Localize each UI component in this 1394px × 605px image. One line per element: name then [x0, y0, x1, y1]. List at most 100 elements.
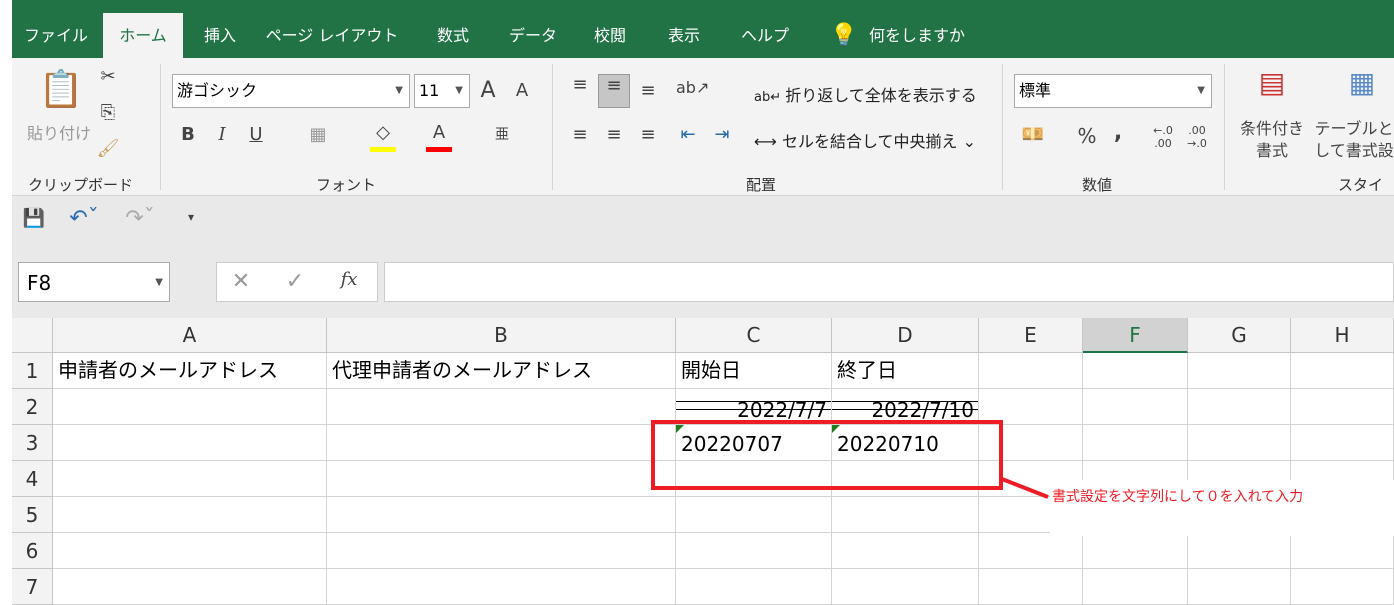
format-as-table-button[interactable]: テーブルとして書式設定: [1314, 118, 1394, 162]
cell-h7[interactable]: [1291, 569, 1394, 605]
phonetic-icon[interactable]: 亜: [490, 124, 514, 144]
cell-d5[interactable]: [832, 497, 979, 533]
cancel-icon[interactable]: ✕: [229, 269, 253, 294]
cell-f7[interactable]: [1083, 569, 1188, 605]
select-all-button[interactable]: [12, 318, 53, 353]
cell-d6[interactable]: [832, 533, 979, 569]
cell-d7[interactable]: [832, 569, 979, 605]
font-color-icon[interactable]: A: [426, 122, 452, 152]
orientation-icon[interactable]: ab↗: [676, 78, 709, 97]
insert-function-icon[interactable]: fx: [337, 269, 361, 290]
conditional-format-icon[interactable]: ▤: [1252, 66, 1292, 99]
tab-view[interactable]: 表示: [654, 13, 714, 58]
tab-review[interactable]: 校閲: [580, 13, 640, 58]
cell-g6[interactable]: [1188, 533, 1291, 569]
cell-h1[interactable]: [1291, 353, 1394, 389]
row-header-3[interactable]: 3: [12, 425, 53, 461]
cell-f3[interactable]: [1083, 425, 1188, 461]
align-right-icon[interactable]: ≡: [636, 124, 660, 145]
row-header-6[interactable]: 6: [12, 533, 53, 569]
column-header-c[interactable]: C: [676, 318, 832, 353]
cell-c7[interactable]: [676, 569, 832, 605]
column-header-f[interactable]: F: [1083, 318, 1188, 353]
cell-g2[interactable]: [1188, 389, 1291, 425]
tab-home[interactable]: ホーム: [103, 13, 183, 58]
cell-d1[interactable]: 終了日: [832, 353, 979, 389]
align-center-icon[interactable]: ≡: [602, 124, 626, 145]
cell-b4[interactable]: [327, 461, 676, 497]
wrap-text-button[interactable]: ab↵ 折り返して全体を表示する: [754, 82, 977, 106]
tab-file[interactable]: ファイル: [16, 13, 96, 58]
cell-b7[interactable]: [327, 569, 676, 605]
cut-icon[interactable]: ✂: [96, 66, 120, 87]
decrease-indent-icon[interactable]: ⇤: [676, 124, 700, 145]
font-size-select[interactable]: 11 ▼: [414, 74, 470, 108]
formula-input[interactable]: [384, 262, 1394, 302]
column-header-d[interactable]: D: [832, 318, 979, 353]
decrease-decimal-icon[interactable]: .00 →.0: [1182, 124, 1212, 150]
cell-a3[interactable]: [53, 425, 327, 461]
cell-g7[interactable]: [1188, 569, 1291, 605]
conditional-format-button[interactable]: 条件付き書式: [1234, 118, 1310, 162]
cell-b6[interactable]: [327, 533, 676, 569]
tab-page-layout[interactable]: ページ レイアウト: [252, 13, 412, 58]
cell-b5[interactable]: [327, 497, 676, 533]
cell-g3[interactable]: [1188, 425, 1291, 461]
cell-a5[interactable]: [53, 497, 327, 533]
tell-me-search[interactable]: 何をしますか: [862, 13, 972, 58]
cell-b2[interactable]: [327, 389, 676, 425]
paste-button[interactable]: 貼り付け: [24, 120, 94, 144]
redo-icon[interactable]: ↷ˇ: [120, 206, 160, 231]
cell-e7[interactable]: [979, 569, 1083, 605]
cell-f1[interactable]: [1083, 353, 1188, 389]
format-painter-icon[interactable]: 🖌: [96, 138, 120, 159]
increase-font-icon[interactable]: A: [476, 78, 500, 103]
tab-formulas[interactable]: 数式: [422, 13, 484, 58]
align-middle-icon[interactable]: ≡: [598, 74, 630, 108]
customize-qat-icon[interactable]: ▾: [184, 210, 198, 224]
row-header-1[interactable]: 1: [12, 353, 53, 389]
tab-insert[interactable]: 挿入: [190, 13, 250, 58]
cell-h6[interactable]: [1291, 533, 1394, 569]
comma-button[interactable]: ,: [1108, 120, 1128, 145]
cell-c6[interactable]: [676, 533, 832, 569]
underline-button[interactable]: U: [244, 124, 268, 145]
borders-icon[interactable]: ▦: [306, 124, 330, 145]
align-top-icon[interactable]: ≡: [568, 74, 592, 95]
tab-data[interactable]: データ: [498, 13, 568, 58]
number-format-select[interactable]: 標準 ▼: [1014, 74, 1212, 108]
row-header-4[interactable]: 4: [12, 461, 53, 497]
cell-g1[interactable]: [1188, 353, 1291, 389]
cell-c5[interactable]: [676, 497, 832, 533]
row-header-5[interactable]: 5: [12, 497, 53, 533]
tab-help[interactable]: ヘルプ: [730, 13, 800, 58]
currency-icon[interactable]: 💴: [1018, 124, 1048, 145]
decrease-font-icon[interactable]: A: [510, 80, 534, 101]
increase-indent-icon[interactable]: ⇥: [710, 124, 734, 145]
cell-a6[interactable]: [53, 533, 327, 569]
enter-icon[interactable]: ✓: [283, 269, 307, 294]
row-header-7[interactable]: 7: [12, 569, 53, 605]
copy-icon[interactable]: ⎘: [96, 102, 120, 123]
fill-color-icon[interactable]: ◇: [370, 122, 396, 152]
cell-f2[interactable]: [1083, 389, 1188, 425]
bold-button[interactable]: B: [176, 124, 200, 145]
align-left-icon[interactable]: ≡: [568, 124, 592, 145]
cell-a4[interactable]: [53, 461, 327, 497]
undo-icon[interactable]: ↶ˇ: [64, 206, 104, 231]
cell-b1[interactable]: 代理申請者のメールアドレス: [327, 353, 676, 389]
cell-a2[interactable]: [53, 389, 327, 425]
merge-center-button[interactable]: ⟷ セルを結合して中央揃え ⌄: [754, 128, 976, 152]
increase-decimal-icon[interactable]: ←.0.00: [1148, 124, 1178, 150]
name-box[interactable]: F8 ▼: [18, 262, 170, 302]
row-header-2[interactable]: 2: [12, 389, 53, 425]
paste-icon[interactable]: 📋: [36, 68, 86, 114]
column-header-b[interactable]: B: [327, 318, 676, 353]
format-as-table-icon[interactable]: ▦: [1342, 66, 1382, 99]
cell-e1[interactable]: [979, 353, 1083, 389]
save-icon[interactable]: 💾: [22, 208, 46, 229]
cell-a1[interactable]: 申請者のメールアドレス: [53, 353, 327, 389]
column-header-a[interactable]: A: [53, 318, 327, 353]
cell-h3[interactable]: [1291, 425, 1394, 461]
italic-button[interactable]: I: [210, 124, 234, 145]
